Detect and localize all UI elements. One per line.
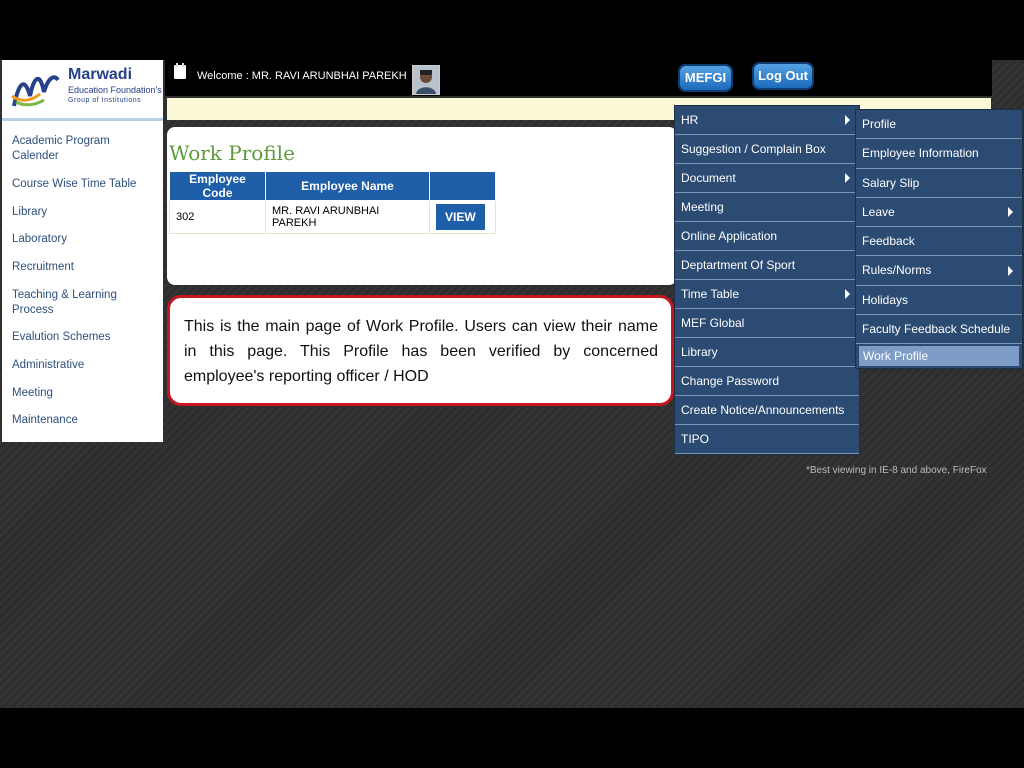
sidebar-item-meeting[interactable]: Meeting: [12, 386, 157, 401]
sidebar-item-maintenance[interactable]: Maintenance: [12, 413, 157, 428]
employee-name-cell: MR. RAVI ARUNBHAI PAREKH: [265, 200, 430, 234]
menu-item-label: Create Notice/Announcements: [681, 403, 845, 417]
sidebar-item-recruitment[interactable]: Recruitment: [12, 260, 157, 275]
menu-item-create-notice[interactable]: Create Notice/Announcements: [675, 396, 859, 425]
menu-item-document[interactable]: Document: [675, 164, 859, 193]
avatar: [412, 65, 440, 95]
logo-subtitle: Education Foundation's: [68, 85, 162, 95]
submenu-item-faculty-feedback-schedule[interactable]: Faculty Feedback Schedule: [856, 315, 1022, 345]
sidebar-item-course-time-table[interactable]: Course Wise Time Table: [12, 177, 157, 192]
menu-item-change-password[interactable]: Change Password: [675, 367, 859, 396]
submenu-arrow-icon: [1008, 265, 1013, 276]
column-header-employee-name: Employee Name: [265, 171, 430, 201]
menu-item-online-application[interactable]: Online Application: [675, 222, 859, 251]
browser-note: *Best viewing in IE-8 and above, FireFox: [806, 465, 987, 476]
submenu-item-leave[interactable]: Leave: [856, 198, 1022, 228]
menu-item-department-of-sport[interactable]: Deptartment Of Sport: [675, 251, 859, 280]
submenu-item-feedback[interactable]: Feedback: [856, 227, 1022, 257]
column-header-employee-code: Employee Code: [169, 171, 266, 201]
callout-text: This is the main page of Work Profile. U…: [184, 318, 658, 385]
work-profile-panel: Work Profile Employee Code Employee Name…: [167, 127, 677, 285]
logo-mark-icon: [11, 75, 60, 107]
submenu-item-employee-information[interactable]: Employee Information: [856, 139, 1022, 169]
sidebar-item-academic-calender[interactable]: Academic Program Calender: [12, 134, 157, 164]
sidebar-item-administrative[interactable]: Administrative: [12, 358, 157, 373]
submenu-item-holidays[interactable]: Holidays: [856, 286, 1022, 316]
menu-item-suggestion-box[interactable]: Suggestion / Complain Box: [675, 135, 859, 164]
menu-item-library[interactable]: Library: [675, 338, 859, 367]
main-dropdown-menu: HR Suggestion / Complain Box Document Me…: [675, 106, 859, 454]
menu-item-label: Change Password: [681, 374, 780, 388]
submenu-item-work-profile[interactable]: Work Profile: [859, 346, 1019, 367]
mefgi-button[interactable]: MEFGI: [678, 64, 733, 92]
logo-tagline: Group of Institutions: [68, 97, 142, 104]
logo[interactable]: Marwadi Education Foundation's Group of …: [2, 60, 163, 121]
submenu-arrow-icon: [845, 173, 850, 183]
menu-item-label: TIPO: [681, 432, 710, 446]
menu-item-time-table[interactable]: Time Table: [675, 280, 859, 309]
submenu-item-label: Work Profile: [863, 349, 929, 364]
submenu-item-label: Faculty Feedback Schedule: [862, 322, 1011, 337]
user-photo-icon: [413, 66, 439, 94]
view-button[interactable]: VIEW: [436, 204, 485, 230]
sidebar-item-evalution-schemes[interactable]: Evalution Schemes: [12, 330, 157, 345]
menu-item-label: MEF Global: [681, 316, 745, 330]
submenu-item-label: Feedback: [862, 234, 915, 249]
info-callout: This is the main page of Work Profile. U…: [167, 295, 674, 406]
action-cell: VIEW: [429, 200, 496, 234]
page-title: Work Profile: [169, 141, 295, 165]
sidebar: Academic Program Calender Course Wise Ti…: [2, 121, 163, 442]
logo-brand: Marwadi: [68, 66, 133, 83]
submenu-arrow-icon: [1008, 207, 1013, 218]
sidebar-item-laboratory[interactable]: Laboratory: [12, 232, 157, 247]
hr-submenu: Profile Employee Information Salary Slip…: [856, 110, 1022, 369]
submenu-item-label: Rules/Norms: [862, 263, 932, 278]
submenu-item-rules-norms[interactable]: Rules/Norms: [856, 256, 1022, 286]
menu-item-label: Deptartment Of Sport: [681, 258, 796, 272]
submenu-arrow-icon: [845, 115, 850, 125]
welcome-text: Welcome : MR. RAVI ARUNBHAI PAREKH: [197, 70, 407, 82]
menu-item-label: Library: [681, 345, 718, 359]
submenu-arrow-icon: [845, 289, 850, 299]
menu-item-label: Suggestion / Complain Box: [681, 142, 826, 156]
menu-item-label: Meeting: [681, 200, 724, 214]
submenu-item-label: Employee Information: [862, 146, 979, 161]
submenu-item-label: Leave: [862, 204, 895, 219]
column-header-action: [429, 171, 496, 201]
table-header-row: Employee Code Employee Name: [169, 171, 496, 201]
menu-item-label: Online Application: [681, 229, 778, 243]
submenu-item-salary-slip[interactable]: Salary Slip: [856, 169, 1022, 198]
work-profile-table: Employee Code Employee Name 302 MR. RAVI…: [169, 171, 496, 234]
menu-item-label: HR: [681, 113, 699, 127]
menu-item-tipo[interactable]: TIPO: [675, 425, 859, 454]
menu-item-mef-global[interactable]: MEF Global: [675, 309, 859, 338]
submenu-item-label: Profile: [862, 117, 897, 131]
submenu-item-profile[interactable]: Profile: [856, 110, 1022, 140]
sidebar-item-library[interactable]: Library: [12, 205, 157, 220]
menu-item-label: Time Table: [681, 287, 740, 301]
submenu-item-label: Salary Slip: [862, 175, 920, 190]
sidebar-item-teaching-learning[interactable]: Teaching & Learning Process: [12, 288, 157, 318]
submenu-item-label: Holidays: [862, 292, 909, 307]
logout-button[interactable]: Log Out: [752, 62, 814, 90]
menu-item-meeting[interactable]: Meeting: [675, 193, 859, 222]
table-row: 302 MR. RAVI ARUNBHAI PAREKH VIEW: [169, 200, 496, 234]
menu-item-hr[interactable]: HR: [675, 106, 859, 135]
menu-item-label: Document: [681, 171, 736, 185]
notepad-icon[interactable]: [173, 62, 187, 80]
employee-code-cell: 302: [169, 200, 266, 234]
